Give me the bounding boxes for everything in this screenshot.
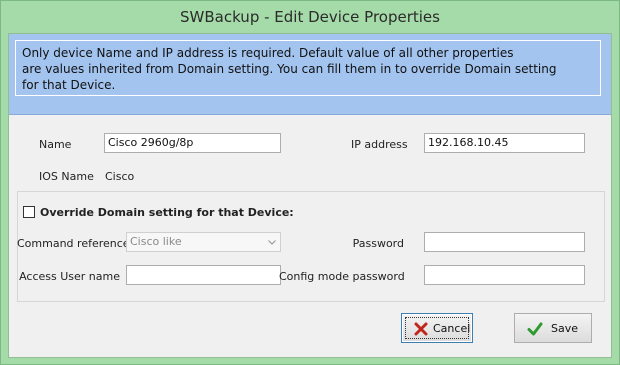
checkmark-icon xyxy=(527,322,543,336)
chevron-down-icon xyxy=(268,240,276,245)
ios-name-value: Cisco xyxy=(105,170,135,183)
cancel-button-label: Cancel xyxy=(433,322,471,335)
ip-address-label: IP address xyxy=(351,138,408,151)
access-user-name-label: Access User name xyxy=(19,270,120,283)
command-reference-label: Command reference xyxy=(17,237,130,250)
name-label: Name xyxy=(39,138,72,151)
save-button[interactable]: Save xyxy=(514,313,592,343)
info-text: Only device Name and IP address is requi… xyxy=(15,40,601,96)
name-field[interactable]: Cisco 2960g/8p xyxy=(104,133,281,153)
info-line: Only device Name and IP address is requi… xyxy=(22,46,514,60)
cross-icon xyxy=(414,322,428,336)
override-checkbox[interactable] xyxy=(23,206,35,218)
access-user-name-field[interactable] xyxy=(126,265,281,285)
password-label: Password xyxy=(352,237,404,250)
password-field[interactable] xyxy=(424,232,585,252)
command-reference-select[interactable]: Cisco like xyxy=(126,232,281,252)
command-reference-value: Cisco like xyxy=(130,235,182,248)
ip-address-field[interactable]: 192.168.10.45 xyxy=(424,133,585,153)
cancel-button[interactable]: Cancel xyxy=(401,313,473,343)
dialog-client-area: Only device Name and IP address is requi… xyxy=(8,33,612,358)
ios-name-label: IOS Name xyxy=(39,170,94,183)
save-button-label: Save xyxy=(551,322,579,335)
config-mode-password-field[interactable] xyxy=(424,265,585,285)
info-line: for that Device. xyxy=(22,78,116,92)
info-line: are values inherited from Domain setting… xyxy=(22,62,557,76)
config-mode-password-label: Config mode password xyxy=(279,270,405,283)
window-title: SWBackup - Edit Device Properties xyxy=(180,8,440,26)
info-panel: Only device Name and IP address is requi… xyxy=(9,34,611,115)
dialog-window: SWBackup - Edit Device Properties Only d… xyxy=(0,0,620,365)
override-checkbox-label[interactable]: Override Domain setting for that Device: xyxy=(40,206,294,219)
